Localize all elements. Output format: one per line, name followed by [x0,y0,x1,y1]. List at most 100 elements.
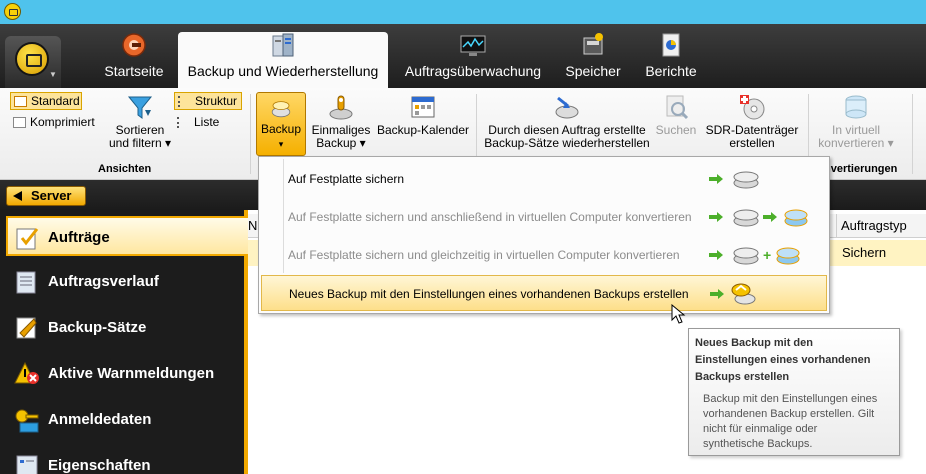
sidebar-item-label: Aufträge [48,229,110,246]
tooltip-body-line: vorhandenen Backup erstellen. Gilt [703,408,875,420]
view-komprimiert-button[interactable]: Komprimiert [10,114,102,132]
virtual-disk-icon [776,247,800,265]
group-label-ansichten: Ansichten [98,163,152,175]
sidebar-item-label: Auftragsverlauf [48,273,159,290]
filter-icon [127,96,153,119]
tree-view-icon [178,96,191,107]
sidebar-item-auftraege[interactable]: Aufträge [6,216,248,256]
green-arrow-icon [709,212,723,222]
virtual-disk-icon [784,209,808,227]
tab-startseite[interactable]: Startseite [92,32,176,88]
sdr-label-1: SDR-Datenträger [705,123,799,137]
view-komprimiert-label: Komprimiert [30,115,95,129]
sidebar-item-backup-saetze[interactable]: Backup-Sätze [8,308,244,348]
sidebar-item-label: Aktive Warnmeldungen [48,365,215,382]
view-struktur-label: Struktur [195,94,238,108]
tab-backup-wiederherstellung[interactable]: Backup und Wiederherstellung [178,32,388,88]
view-struktur-button[interactable]: Struktur [174,92,242,110]
copy-backup-icon [731,283,756,305]
ribbon-separator [250,94,251,174]
view-standard-label: Standard [31,94,80,108]
tab-auftragsueberwachung[interactable]: Auftragsüberwachung [400,32,546,88]
sdr-disk-button[interactable]: SDR-Datenträger erstellen [700,92,804,150]
green-arrow-icon [709,174,723,184]
green-arrow-icon [709,250,723,260]
tooltip-body-line: nicht für einmalige oder [703,423,818,435]
menu-item-festplatte-anschliessend-konvertieren[interactable]: Auf Festplatte sichern und anschließend … [261,199,827,235]
one-time-backup-icon [329,95,353,120]
plus-icon: + [763,247,772,263]
hard-disk-icon [733,209,759,227]
einmaliges-label-2: Backup ▾ [316,136,366,150]
search-label: Suchen [655,123,697,137]
server-back-button[interactable]: Server [6,186,86,206]
app-logo-icon [15,42,49,76]
column-header-name[interactable]: N [248,218,257,233]
calendar-icon [411,96,435,118]
search-icon [666,95,689,120]
home-gear-icon [122,33,146,57]
tooltip: Neues Backup mit den Einstellungen eines… [688,328,900,456]
tooltip-title-line: Neues Backup mit den [695,337,813,349]
view-standard-button[interactable]: Standard [10,92,82,110]
backup-label: Backup [260,122,302,136]
tab-berichte[interactable]: Berichte [640,32,702,88]
backup-icon [271,101,291,118]
jobs-icon [16,228,39,250]
history-icon [16,271,36,294]
menu-item-neues-backup-aus-vorhandenem[interactable]: Neues Backup mit den Einstellungen eines… [261,275,827,311]
convert-virtual-button[interactable]: In virtuell konvertieren ▾ [814,92,898,150]
tooltip-title-line: Einstellungen eines vorhandenen [695,354,871,366]
green-arrow-icon [710,289,724,299]
backup-server-icon [272,33,294,57]
tooltip-title: Neues Backup mit den Einstellungen eines… [695,335,893,386]
sidebar-item-eigenschaften[interactable]: Eigenschaften [8,446,244,474]
einmaliges-label-1: Einmaliges [311,123,371,137]
backup-dropdown-menu: Auf Festplatte sichern Auf Festplatte si… [258,156,830,314]
sidebar-item-label: Backup-Sätze [48,319,147,336]
standard-view-icon [14,96,27,107]
search-button[interactable]: Suchen [654,92,698,137]
tooltip-body-line: synthetische Backups. [703,438,813,450]
server-label: Server [31,188,72,203]
tooltip-body-line: Backup mit den Einstellungen eines [703,393,878,405]
backup-button[interactable]: Backup ▾ [256,92,306,156]
sort-filter-button[interactable]: Sortieren und filtern ▾ [100,92,180,150]
alert-icon [14,361,39,384]
restore-label-2: Backup-Sätze wiederherstellen [484,136,650,150]
compact-view-icon [13,117,26,128]
column-header-auftragstyp[interactable]: Auftragstyp [836,214,926,238]
storage-icon [583,33,603,55]
credentials-icon [15,409,39,433]
tab-speicher[interactable]: Speicher [560,32,626,88]
sidebar-item-auftragsverlauf[interactable]: Auftragsverlauf [8,262,244,302]
convert-virtual-label-1: In virtuell [831,123,881,137]
sidebar-item-anmeldedaten[interactable]: Anmeldedaten [8,400,244,440]
title-bar [0,0,926,24]
menu-item-label: Auf Festplatte sichern [288,172,405,186]
ribbon-separator [912,94,913,174]
view-liste-button[interactable]: Liste [174,114,226,132]
sidebar-item-label: Eigenschaften [48,457,151,474]
backup-kalender-button[interactable]: Backup-Kalender [376,92,470,137]
menu-item-label: Neues Backup mit den Einstellungen eines… [289,287,689,301]
virtual-disk-icon [845,95,867,119]
arrow-left-icon [13,191,22,201]
app-menu-button[interactable]: ▼ [5,36,61,88]
list-view-icon [177,117,190,128]
hard-disk-icon [733,247,759,265]
properties-icon [16,455,38,474]
mouse-cursor-icon [671,304,686,324]
sidebar-item-label: Anmeldedaten [48,411,152,428]
einmaliges-backup-button[interactable]: Einmaliges Backup ▾ [308,92,374,150]
sidebar-item-aktive-warnmeldungen[interactable]: Aktive Warnmeldungen [8,354,244,394]
menu-item-festplatte-gleichzeitig-konvertieren[interactable]: Auf Festplatte sichern und gleichzeitig … [261,237,827,273]
tab-label: Startseite [104,63,164,79]
restore-backup-sets-button[interactable]: Durch diesen Auftrag erstellte Backup-Sä… [484,92,650,150]
restore-label-1: Durch diesen Auftrag erstellte [488,123,646,137]
reports-icon [662,33,680,57]
sidebar: Aufträge Auftragsverlauf Backup-Sätze Ak… [0,210,248,474]
menu-item-auf-festplatte-sichern[interactable]: Auf Festplatte sichern [261,161,827,197]
sdr-label-2: erstellen [729,136,775,150]
green-arrow-icon [763,212,777,222]
